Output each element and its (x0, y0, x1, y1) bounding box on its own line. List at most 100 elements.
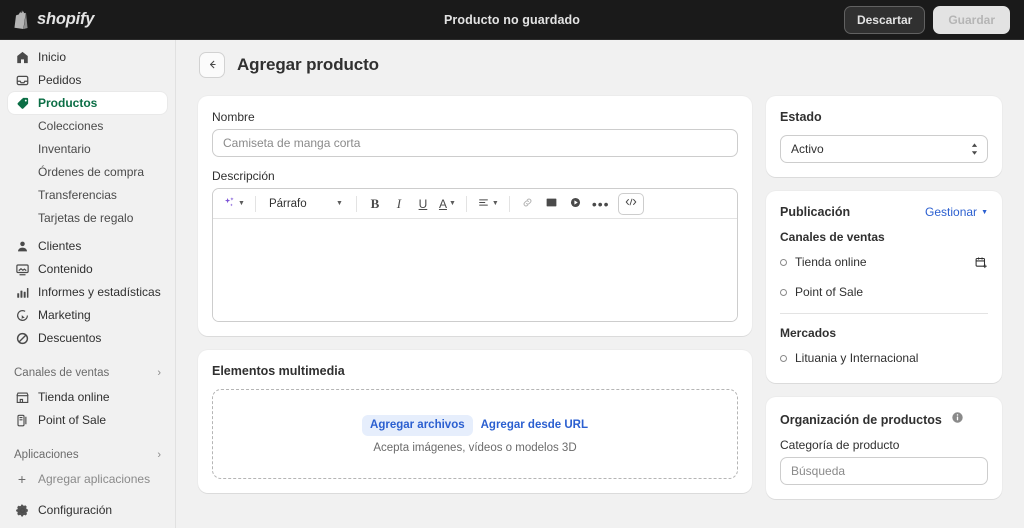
underline-button[interactable]: U (412, 193, 434, 215)
main-content: Agregar producto Nombre Descripción (176, 40, 1024, 528)
body: Inicio Pedidos Productos Colecciones Inv… (0, 40, 1024, 528)
channel-label: Tienda online (795, 255, 867, 269)
brand-logo[interactable]: shopify (0, 10, 176, 29)
sidebar-item-clientes[interactable]: Clientes (8, 235, 167, 257)
select-chevrons-icon (970, 142, 979, 156)
market-row[interactable]: Lituania y Internacional (780, 349, 988, 367)
sidebar-item-label: Pedidos (38, 69, 81, 91)
description-text-area[interactable] (213, 219, 737, 321)
chevron-down-icon: ▼ (449, 200, 456, 207)
sidebar-footer: Configuración (8, 499, 167, 528)
sidebar-item-descuentos[interactable]: Descuentos (8, 327, 167, 349)
product-category-label: Categoría de producto (780, 438, 988, 452)
sidebar-item-contenido[interactable]: Contenido (8, 258, 167, 280)
text-color-letter: A (439, 197, 447, 211)
chevron-down-icon: ▼ (336, 200, 343, 207)
chevron-down-icon: ▼ (492, 200, 499, 207)
ai-sparkle-button[interactable]: ▼ (219, 193, 248, 215)
sidebar-item-label: Informes y estadísticas (38, 281, 161, 303)
media-dropzone[interactable]: Agregar archivos Agregar desde URL Acept… (212, 389, 738, 479)
back-button[interactable] (199, 52, 225, 78)
secondary-column: Estado Activo (766, 96, 1002, 513)
toolbar-divider (356, 196, 357, 212)
sidebar-subitem-ordenes-de-compra[interactable]: Órdenes de compra (8, 161, 167, 183)
page-header: Agregar producto (198, 52, 1002, 78)
status-select-wrap: Activo (780, 135, 988, 163)
manage-label: Gestionar (925, 205, 977, 219)
sidebar-subitem-transferencias[interactable]: Transferencias (8, 184, 167, 206)
content-image-icon (14, 261, 30, 277)
manage-publishing-link[interactable]: Gestionar ▼ (925, 205, 988, 219)
info-filled-icon[interactable] (951, 411, 964, 424)
sidebar-item-point-of-sale[interactable]: Point of Sale (8, 409, 167, 431)
chevron-right-icon: › (157, 367, 161, 379)
sales-channel-row[interactable]: Tienda online (780, 253, 988, 271)
sidebar-subitem-colecciones[interactable]: Colecciones (8, 115, 167, 137)
toolbar-divider (255, 196, 256, 212)
publishing-card: Publicación Gestionar ▼ Canales de venta… (766, 191, 1002, 383)
home-icon (14, 49, 30, 65)
top-bar: shopify Producto no guardado Descartar G… (0, 0, 1024, 40)
block-format-value: Párrafo (269, 198, 307, 210)
publishing-divider (780, 313, 988, 314)
align-left-icon (477, 196, 490, 212)
text-color-button[interactable]: A ▼ (436, 193, 459, 215)
link-button[interactable] (517, 193, 539, 215)
sidebar-item-pedidos[interactable]: Pedidos (8, 69, 167, 91)
more-horizontal-icon: ••• (592, 196, 610, 212)
market-bullet-icon (780, 355, 787, 362)
add-from-url-link[interactable]: Agregar desde URL (481, 419, 588, 431)
sales-channels-label: Canales de ventas (780, 230, 988, 244)
sidebar-item-label: Clientes (38, 235, 81, 257)
discard-button[interactable]: Descartar (844, 6, 925, 34)
sidebar-item-label: Configuración (38, 499, 112, 521)
sidebar: Inicio Pedidos Productos Colecciones Inv… (0, 40, 176, 528)
page-title: Agregar producto (237, 55, 379, 75)
chevron-down-icon: ▼ (981, 209, 988, 216)
media-hint: Acepta imágenes, vídeos o modelos 3D (373, 442, 576, 454)
block-format-select[interactable]: Párrafo ▼ (263, 193, 349, 215)
code-view-button[interactable] (618, 193, 644, 215)
sidebar-item-marketing[interactable]: Marketing (8, 304, 167, 326)
storefront-icon (14, 389, 30, 405)
sidebar-item-inicio[interactable]: Inicio (8, 46, 167, 68)
more-options-button[interactable]: ••• (589, 193, 613, 215)
sidebar-subitem-tarjetas-de-regalo[interactable]: Tarjetas de regalo (8, 207, 167, 229)
orders-inbox-icon (14, 72, 30, 88)
sidebar-item-tienda-online[interactable]: Tienda online (8, 386, 167, 408)
italic-button[interactable]: I (388, 193, 410, 215)
sidebar-item-configuracion[interactable]: Configuración (8, 499, 167, 521)
customer-person-icon (14, 238, 30, 254)
image-icon (545, 196, 558, 212)
calendar-add-icon[interactable] (974, 255, 988, 269)
sidebar-item-informes-y-estadisticas[interactable]: Informes y estadísticas (8, 281, 167, 303)
link-icon (521, 196, 534, 212)
sidebar-section-aplicaciones[interactable]: Aplicaciones › (8, 444, 167, 466)
sidebar-item-label: Descuentos (38, 327, 101, 349)
sidebar-item-label: Marketing (38, 304, 91, 326)
insert-image-button[interactable] (541, 193, 563, 215)
sidebar-item-agregar-aplicaciones[interactable]: + Agregar aplicaciones (8, 468, 167, 490)
sidebar-item-label: Productos (38, 92, 97, 114)
insert-video-button[interactable] (565, 193, 587, 215)
organization-title-text: Organización de productos (780, 413, 942, 427)
product-category-input[interactable] (780, 457, 988, 485)
shopify-admin-window: shopify Producto no guardado Descartar G… (0, 0, 1024, 528)
status-card-title: Estado (780, 110, 988, 124)
sales-channel-row[interactable]: Point of Sale (780, 283, 988, 301)
sidebar-item-label: Inicio (38, 46, 66, 68)
description-editor: ▼ Párrafo ▼ B I (212, 188, 738, 322)
shopify-bag-icon (13, 10, 30, 29)
align-button[interactable]: ▼ (474, 193, 502, 215)
save-button[interactable]: Guardar (933, 6, 1010, 34)
product-name-input[interactable] (212, 129, 738, 157)
media-card-title: Elementos multimedia (212, 364, 738, 378)
sidebar-subitem-inventario[interactable]: Inventario (8, 138, 167, 160)
toolbar-divider (466, 196, 467, 212)
bold-button[interactable]: B (364, 193, 386, 215)
add-files-button[interactable]: Agregar archivos (362, 415, 473, 436)
sidebar-item-productos[interactable]: Productos (8, 92, 167, 114)
status-select[interactable]: Activo (780, 135, 988, 163)
sidebar-section-canales-de-ventas[interactable]: Canales de ventas › (8, 362, 167, 384)
sidebar-item-label: Tienda online (38, 386, 110, 408)
